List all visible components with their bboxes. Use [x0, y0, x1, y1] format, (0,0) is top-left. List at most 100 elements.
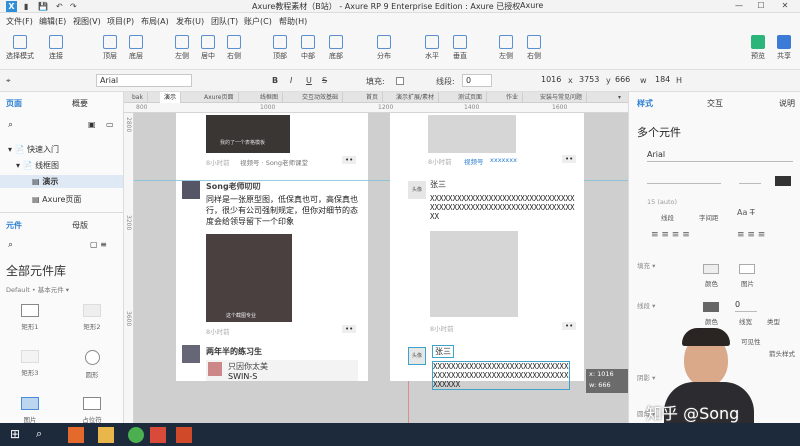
save-icon[interactable]: 💾: [38, 2, 48, 11]
x-input[interactable]: 1016: [538, 74, 568, 87]
menu-team[interactable]: 团队(T): [211, 16, 238, 27]
tab-pages[interactable]: 页面: [6, 98, 22, 109]
tab-notes[interactable]: 说明: [779, 98, 795, 109]
tabs-dropdown-icon[interactable]: ▾: [614, 92, 625, 103]
fill-color-swatch[interactable]: [396, 77, 404, 85]
line-spacing-input[interactable]: 15 (auto): [647, 198, 677, 206]
align-bottom-button[interactable]: 底部: [318, 35, 354, 61]
explorer-taskbar-icon[interactable]: [98, 427, 114, 443]
border-width-input[interactable]: 0: [735, 300, 757, 312]
distribute-button[interactable]: 分布: [366, 35, 402, 61]
arrow-style-label[interactable]: 箭头样式: [769, 348, 795, 358]
more-button[interactable]: ••: [342, 325, 357, 333]
w-input[interactable]: 666: [612, 74, 636, 87]
connect-button[interactable]: 连接: [38, 35, 74, 61]
doc-tab-demo-ext[interactable]: 演示扩展/素材: [392, 92, 440, 103]
line-width-input[interactable]: 0: [462, 74, 492, 87]
shadow-section-label[interactable]: 阴影 ▾: [637, 372, 655, 382]
more-button[interactable]: ••: [562, 155, 577, 163]
app-taskbar-icon[interactable]: [150, 427, 166, 443]
h-input[interactable]: 184: [652, 74, 674, 87]
style-icon[interactable]: ⌖: [6, 76, 11, 86]
tree-item-demo[interactable]: ▤ 演示: [0, 175, 123, 188]
fill-image-swatch[interactable]: [739, 264, 755, 274]
doc-tab-bak[interactable]: bak: [128, 92, 148, 103]
more-button[interactable]: ••: [562, 322, 577, 330]
widget-placeholder[interactable]: 占位符: [72, 397, 112, 424]
select-mode-button[interactable]: 选择模式: [2, 35, 38, 61]
menu-view[interactable]: 视图(V): [73, 16, 101, 27]
fill-section-label[interactable]: 填充 ▾: [637, 260, 655, 270]
library-category[interactable]: Default • 基本元件 ▾: [6, 284, 69, 294]
font-family-field[interactable]: Arial: [647, 150, 793, 162]
doc-tab-interaction[interactable]: 交互动效基础: [298, 92, 344, 103]
vertical-align-icons[interactable]: ≡ ≡ ≡: [737, 230, 765, 240]
widget-rect3[interactable]: 矩形3: [10, 350, 50, 377]
library-select[interactable]: 全部元件库: [6, 262, 66, 279]
tab-interactions[interactable]: 交互: [707, 98, 723, 109]
library-menu-icon[interactable]: ▢ ≡: [90, 240, 107, 249]
font-size-field[interactable]: [739, 172, 761, 184]
doc-tab-wireframe[interactable]: 线框图: [256, 92, 284, 103]
tree-item-wireframe[interactable]: ▾ 📄 线框图: [16, 160, 59, 171]
author-name-selected[interactable]: 张三: [432, 345, 454, 358]
file-menu-icon[interactable]: ▮: [24, 2, 28, 11]
tree-item-axure-page[interactable]: ▤ Axure页面: [32, 194, 81, 205]
menu-arrange[interactable]: 布局(A): [141, 16, 169, 27]
menu-project[interactable]: 项目(P): [107, 16, 134, 27]
menu-account[interactable]: 账户(C): [244, 16, 272, 27]
widget-image[interactable]: 图片: [10, 397, 50, 424]
widget-rect1[interactable]: 矩形1: [10, 304, 50, 331]
italic-button[interactable]: I: [290, 76, 292, 85]
tab-style[interactable]: 样式: [637, 98, 653, 109]
share-button[interactable]: 共享: [766, 35, 800, 61]
text-align-icons[interactable]: ≡ ≡ ≡ ≡: [651, 230, 690, 240]
close-icon[interactable]: ✕: [776, 0, 794, 13]
send-back-button[interactable]: 底层: [118, 35, 154, 61]
font-weight-field[interactable]: [647, 172, 721, 184]
doc-tab-test[interactable]: 测试页面: [454, 92, 488, 103]
fill-color-swatch[interactable]: [703, 264, 719, 274]
post-text-selected[interactable]: XXXXXXXXXXXXXXXXXXXXXXXXXXXXXXXXXXXXXXXX…: [432, 361, 570, 390]
tab-outline[interactable]: 概要: [72, 98, 88, 109]
doc-tab-homework[interactable]: 作业: [502, 92, 524, 103]
menu-edit[interactable]: 编辑(E): [39, 16, 66, 27]
doc-tab-home[interactable]: 首页: [362, 92, 384, 103]
redo-icon[interactable]: ↷: [70, 2, 77, 11]
minimize-icon[interactable]: —: [730, 0, 748, 13]
search-icon[interactable]: ⌕: [8, 120, 13, 130]
right-panel-toggle[interactable]: 右侧: [516, 35, 552, 61]
undo-icon[interactable]: ↶: [56, 2, 63, 11]
menu-help[interactable]: 帮助(H): [279, 16, 307, 27]
shared-music-card[interactable]: 只因你太美 SWIN-S: [206, 360, 358, 381]
add-folder-icon[interactable]: ▭: [106, 120, 114, 129]
app-taskbar-icon[interactable]: [176, 427, 192, 443]
flip-vertical-button[interactable]: 垂直: [442, 35, 478, 61]
add-page-icon[interactable]: ▣: [88, 120, 96, 129]
widget-rect2[interactable]: 矩形2: [72, 304, 112, 331]
font-color-swatch[interactable]: [775, 176, 791, 186]
search-icon[interactable]: ⌕: [36, 427, 52, 443]
avatar-placeholder-selected[interactable]: 头像: [408, 347, 426, 365]
windows-start-icon[interactable]: ⊞: [10, 427, 26, 443]
menu-file[interactable]: 文件(F): [6, 16, 33, 27]
menu-publish[interactable]: 发布(U): [176, 16, 204, 27]
tab-masters[interactable]: 母版: [72, 220, 88, 231]
y-input[interactable]: 3753: [576, 74, 606, 87]
text-style-icon[interactable]: Aa T̶: [737, 208, 755, 217]
tree-item-quickstart[interactable]: ▾ 📄 快速入门: [8, 144, 59, 155]
border-section-label[interactable]: 线段 ▾: [637, 300, 655, 310]
widget-circle[interactable]: 圆形: [72, 350, 112, 379]
align-right-button[interactable]: 右侧: [216, 35, 252, 61]
doc-tab-install[interactable]: 安装与常见问题: [536, 92, 588, 103]
tab-widgets[interactable]: 元件: [6, 220, 22, 231]
chrome-taskbar-icon[interactable]: [128, 427, 144, 443]
doc-tab-demo[interactable]: 演示: [160, 92, 182, 103]
font-family-select[interactable]: Arial: [96, 74, 192, 87]
widget-search-icon[interactable]: ⌕: [8, 240, 13, 250]
underline-button[interactable]: U: [306, 76, 312, 85]
bold-button[interactable]: B: [272, 76, 278, 85]
axure-taskbar-icon[interactable]: [68, 427, 84, 443]
border-color-swatch[interactable]: [703, 302, 719, 312]
more-button[interactable]: ••: [342, 156, 357, 164]
